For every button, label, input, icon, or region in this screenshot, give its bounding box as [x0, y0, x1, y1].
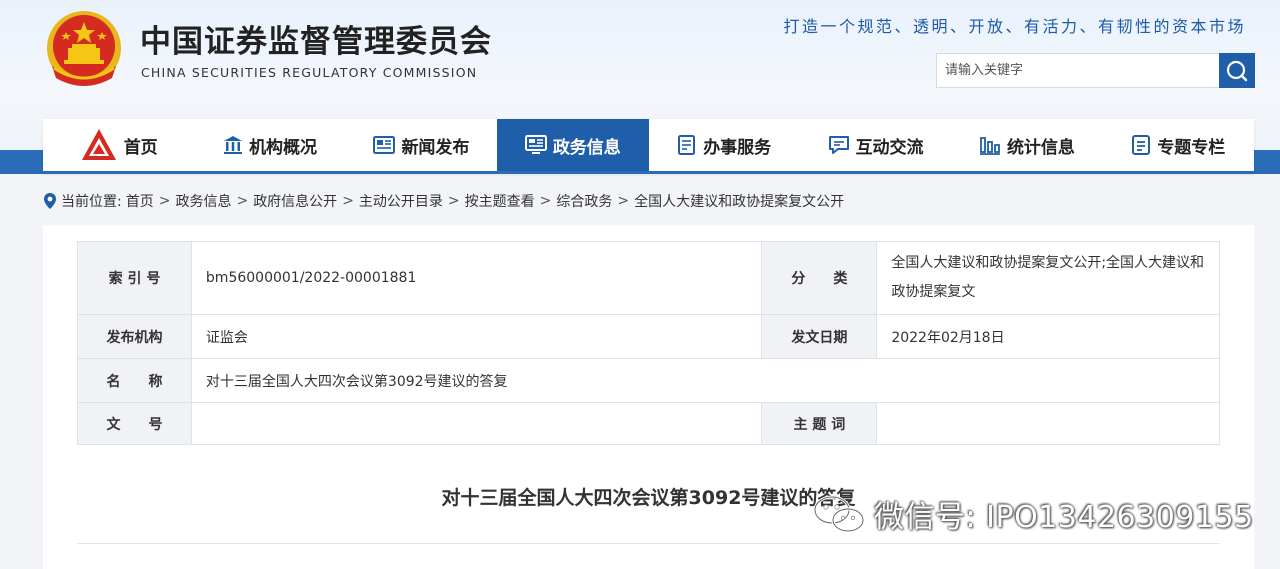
- nav-item-news[interactable]: 新闻发布: [346, 119, 497, 171]
- bar-chart-icon: [979, 137, 1000, 155]
- breadcrumb-separator: >: [447, 193, 460, 209]
- document-meta-table: 索 引 号 bm56000001/2022-00001881 分 类 全国人大建…: [77, 241, 1221, 445]
- location-pin-icon: [44, 193, 56, 209]
- breadcrumb-separator: >: [539, 193, 552, 209]
- org-name-en[interactable]: CHINA SECURITIES REGULATORY COMMISSION: [141, 65, 477, 80]
- nav-label: 政务信息: [552, 137, 621, 158]
- keywords-label: 主 题 词: [761, 402, 878, 445]
- site-slogan: 打造一个规范、透明、开放、有活力、有韧性的资本市场: [783, 17, 1246, 36]
- breadcrumb-prefix: 当前位置:: [61, 194, 122, 210]
- name-label: 名 称: [77, 358, 192, 403]
- index-value: bm56000001/2022-00001881: [190, 241, 763, 315]
- nav-item-services[interactable]: 办事服务: [649, 119, 800, 171]
- breadcrumb-link-general[interactable]: 综合政务: [556, 191, 612, 211]
- nav-item-topics[interactable]: 专题专栏: [1103, 119, 1254, 171]
- monitor-icon: [524, 135, 547, 154]
- search-input[interactable]: [936, 53, 1220, 88]
- chat-icon: [828, 136, 849, 154]
- title-divider: [77, 543, 1220, 544]
- breadcrumb-link-current[interactable]: 全国人大建议和政协提案复文公开: [634, 191, 844, 211]
- notepad-icon: [1132, 135, 1151, 155]
- nav-label: 机构概况: [249, 137, 318, 158]
- keywords-value: [876, 402, 1220, 445]
- breadcrumb-separator: >: [617, 193, 630, 209]
- breadcrumb-link-directory[interactable]: 主动公开目录: [359, 191, 443, 211]
- publisher-label: 发布机构: [77, 314, 192, 359]
- csrc-logo-icon: [81, 129, 116, 160]
- search-icon: [1226, 60, 1248, 81]
- docno-label: 文 号: [77, 402, 192, 445]
- category-label: 分 类: [761, 241, 878, 315]
- watermark-text: 微信号: IPO13426309155: [874, 500, 1254, 535]
- breadcrumb-separator: >: [158, 193, 171, 209]
- breadcrumb: 当前位置: 首页 > 政务信息 > 政府信息公开 > 主动公开目录 > 按主题查…: [43, 191, 844, 211]
- breadcrumb-separator: >: [342, 193, 354, 209]
- nav-label: 互动交流: [855, 137, 924, 158]
- nav-item-about[interactable]: 机构概况: [194, 119, 345, 171]
- breadcrumb-link-gov-info[interactable]: 政务信息: [175, 191, 231, 211]
- nav-item-home[interactable]: 首页: [43, 119, 194, 171]
- breadcrumb-separator: >: [236, 193, 249, 209]
- breadcrumb-link-gov-disclosure[interactable]: 政府信息公开: [253, 191, 337, 211]
- date-value: 2022年02月18日: [876, 314, 1220, 359]
- nav-label: 办事服务: [703, 137, 772, 158]
- org-name-cn[interactable]: 中国证券监督管理委员会: [140, 16, 492, 61]
- nav-item-gov-info[interactable]: 政务信息: [497, 119, 649, 171]
- nav-item-statistics[interactable]: 统计信息: [951, 119, 1102, 171]
- publisher-value: 证监会: [190, 314, 763, 359]
- breadcrumb-link-by-topic[interactable]: 按主题查看: [465, 191, 535, 211]
- document-list-icon: [678, 135, 696, 155]
- nav-label: 统计信息: [1006, 137, 1075, 158]
- wechat-watermark: 微信号: IPO13426309155: [812, 492, 1254, 536]
- search-button[interactable]: [1219, 53, 1255, 88]
- newspaper-icon: [373, 136, 396, 154]
- main-nav: 首页 机构概况 新闻发布 政务信息 办事服务 互动交流 统计信息 专题专栏: [43, 119, 1254, 174]
- wechat-icon: [813, 495, 865, 533]
- nav-item-interaction[interactable]: 互动交流: [800, 119, 951, 171]
- building-icon: [224, 136, 243, 154]
- docno-value: [190, 402, 763, 445]
- national-emblem-icon[interactable]: [44, 8, 124, 90]
- category-value: 全国人大建议和政协提案复文公开;全国人大建议和政协提案复文: [876, 241, 1220, 315]
- nav-label: 新闻发布: [401, 137, 470, 158]
- date-label: 发文日期: [761, 314, 878, 359]
- breadcrumb-link-home[interactable]: 首页: [126, 191, 154, 211]
- name-value: 对十三届全国人大四次会议第3092号建议的答复: [190, 358, 1221, 403]
- nav-label: 专题专栏: [1157, 137, 1226, 158]
- index-label: 索 引 号: [77, 241, 192, 315]
- nav-label: 首页: [123, 137, 158, 158]
